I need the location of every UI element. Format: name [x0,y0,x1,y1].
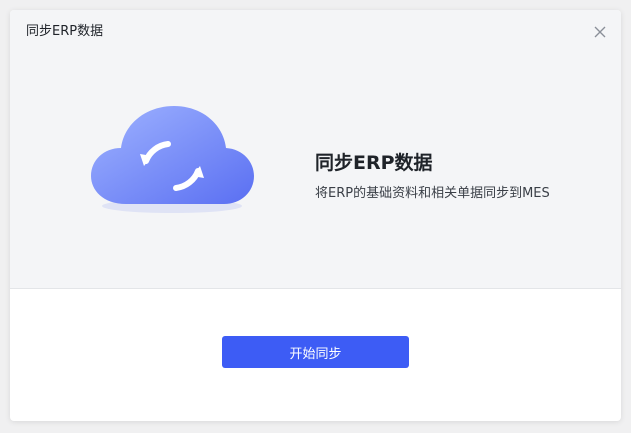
sync-info-panel: 同步ERP数据 将ERP的基础资料和相关单据同步到MES [10,54,621,288]
sync-description: 将ERP的基础资料和相关单据同步到MES [315,186,550,201]
divider [10,288,621,289]
cloud-sync-icon [91,106,254,213]
dialog-header: 同步ERP数据 [10,10,621,54]
dialog-title: 同步ERP数据 [26,24,104,39]
sync-heading: 同步ERP数据 [315,152,433,174]
close-button[interactable] [593,24,607,38]
close-icon [594,26,606,38]
start-sync-button[interactable]: 开始同步 [222,336,409,368]
sync-erp-dialog: 同步ERP数据 同步ERP数据 将ERP的基础资料和相关单据同步到MES 开始同… [10,10,621,421]
